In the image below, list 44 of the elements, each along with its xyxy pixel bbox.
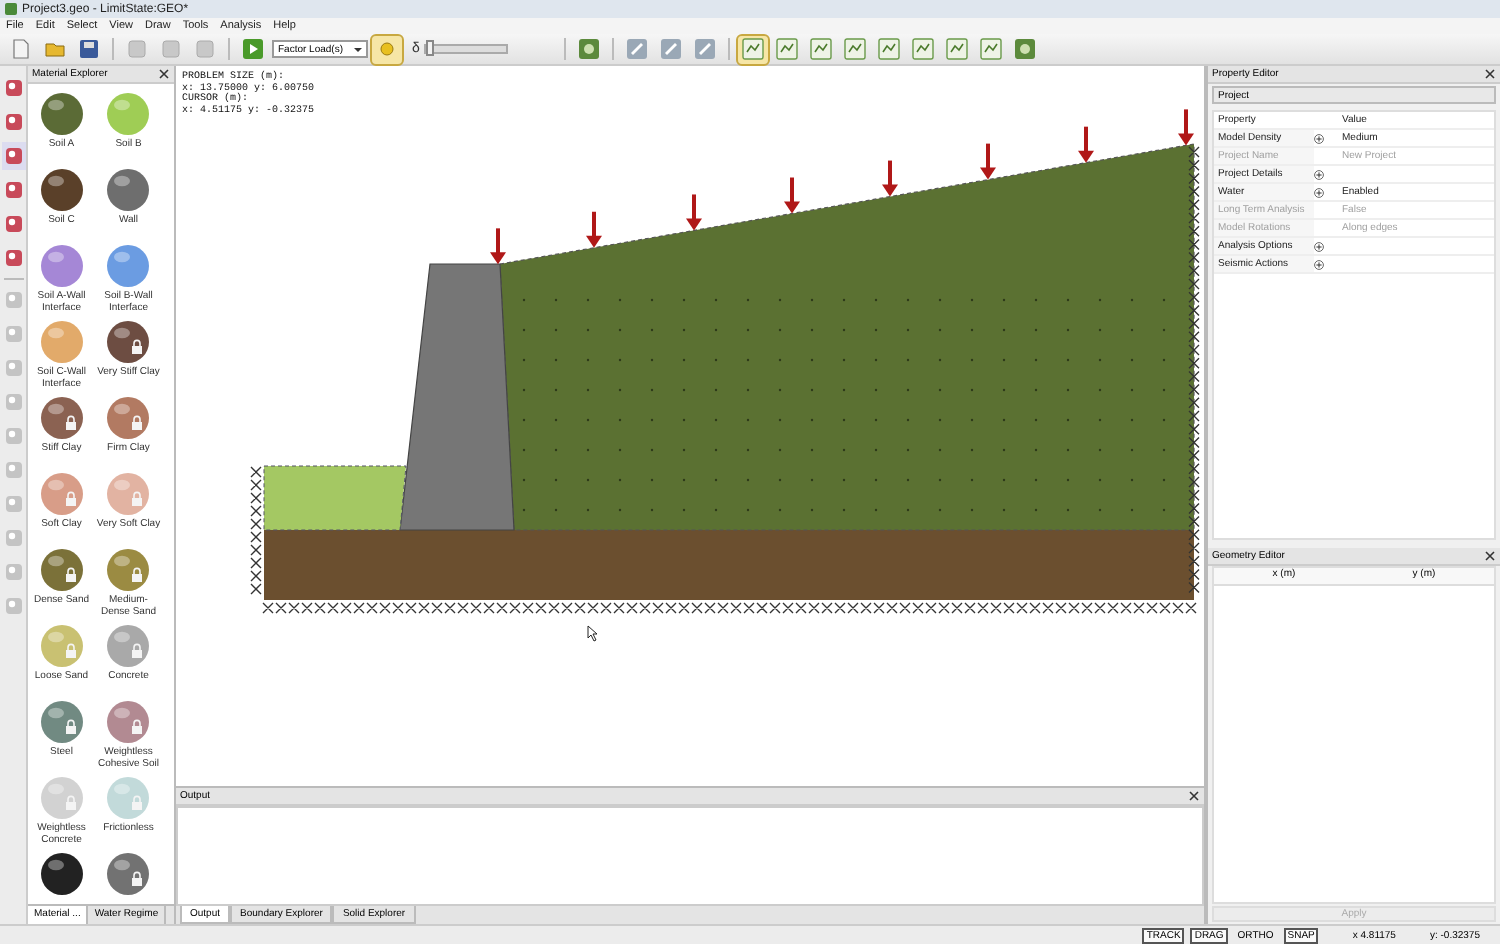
load-arrow — [882, 160, 898, 197]
save-icon[interactable] — [74, 35, 104, 63]
load-arrow — [490, 228, 506, 265]
sun-toggle-icon[interactable] — [372, 35, 402, 63]
material-tool-icon[interactable] — [1, 74, 25, 102]
close-icon[interactable] — [158, 68, 170, 80]
expand-icon[interactable] — [1314, 259, 1324, 269]
close-icon[interactable] — [1188, 790, 1200, 802]
caret-icon — [354, 47, 362, 51]
chart-icon[interactable] — [873, 35, 904, 63]
material-tool-icon[interactable] — [1, 176, 25, 204]
material-sphere[interactable] — [106, 320, 151, 364]
expand-icon[interactable] — [1314, 169, 1324, 179]
load-arrow — [1078, 126, 1094, 163]
material-tool-icon[interactable] — [1, 142, 25, 170]
close-icon[interactable] — [1484, 550, 1496, 562]
expand-icon[interactable] — [1314, 187, 1324, 197]
expand-icon[interactable] — [1314, 241, 1324, 251]
load-arrow — [586, 211, 602, 248]
chart-icon[interactable] — [975, 35, 1006, 63]
expand-icon[interactable] — [1314, 133, 1324, 143]
chart-icon[interactable] — [805, 35, 836, 63]
load-arrow — [980, 143, 996, 180]
fixed-support-drawing — [250, 466, 262, 595]
chart-icon[interactable] — [941, 35, 972, 63]
load-arrow — [686, 194, 702, 231]
material-tool-icon[interactable] — [1, 244, 25, 272]
material-tool-icon[interactable] — [1, 108, 25, 136]
chart-icon[interactable] — [907, 35, 938, 63]
cursor-icon — [587, 625, 598, 642]
app-icon — [4, 2, 18, 16]
chart-icon[interactable] — [771, 35, 802, 63]
slider-thumb[interactable] — [426, 40, 435, 56]
material-sphere[interactable] — [39, 852, 84, 896]
close-icon[interactable] — [1484, 68, 1496, 80]
material-sphere[interactable] — [39, 168, 84, 212]
load-arrow — [784, 177, 800, 214]
front-soil — [263, 465, 407, 531]
chart-icon[interactable] — [737, 35, 768, 63]
delta-slider[interactable] — [423, 44, 508, 54]
chart-icon[interactable] — [839, 35, 870, 63]
load-arrow — [1178, 109, 1194, 146]
material-tool-icon[interactable] — [1, 210, 25, 238]
play-icon[interactable] — [238, 35, 268, 63]
